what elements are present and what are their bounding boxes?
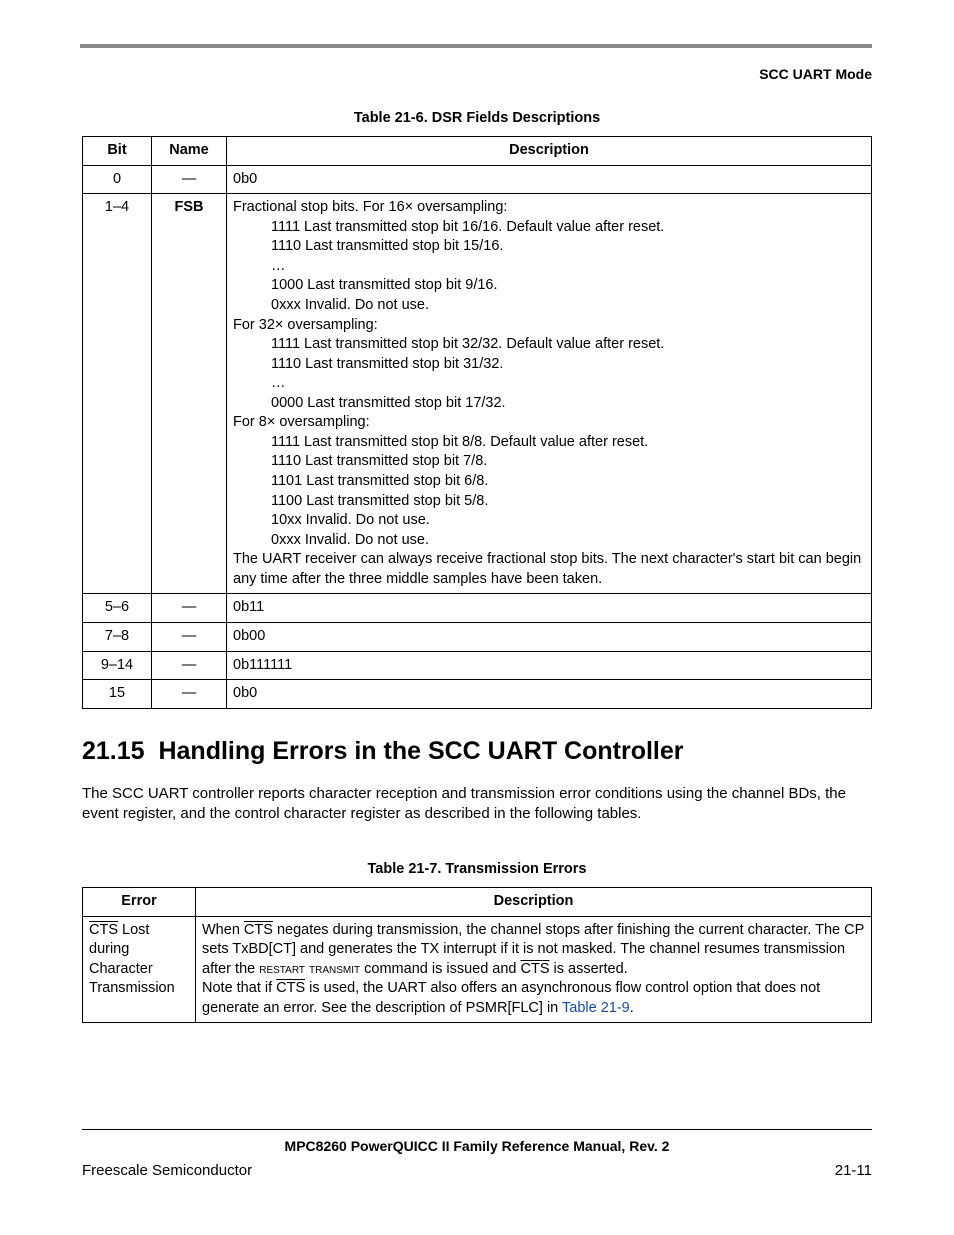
table-row: 5–6 — 0b11: [83, 594, 872, 623]
cell-desc-fsb: Fractional stop bits. For 16× oversampli…: [227, 194, 872, 594]
fsb-line: 1110 Last transmitted stop bit 31/32.: [233, 355, 865, 375]
table-row: 0 — 0b0: [83, 165, 872, 194]
cts-overline: CTS: [521, 961, 550, 977]
txt: When: [202, 922, 244, 938]
txt: Note that if: [202, 980, 276, 996]
cell-bit: 7–8: [83, 622, 152, 651]
th-desc: Description: [227, 137, 872, 166]
footer-row: Freescale Semiconductor 21-11: [82, 1162, 872, 1179]
cell-name: —: [152, 680, 227, 709]
table-caption-dsr: Table 21-6. DSR Fields Descriptions: [82, 110, 872, 126]
cell-bit: 5–6: [83, 594, 152, 623]
cell-desc: 0b111111: [227, 651, 872, 680]
fsb-line: 0xxx Invalid. Do not use.: [233, 531, 865, 551]
page-footer: MPC8260 PowerQUICC II Family Reference M…: [82, 1129, 872, 1179]
table-header-row: Bit Name Description: [83, 137, 872, 166]
fsb-line: For 32× oversampling:: [233, 317, 378, 333]
cell-bit: 15: [83, 680, 152, 709]
section-paragraph: The SCC UART controller reports characte…: [82, 784, 872, 825]
header-mode-label: SCC UART Mode: [82, 66, 872, 82]
cts-overline: CTS: [244, 922, 273, 938]
cell-error: CTS Lost during Character Transmission: [83, 916, 196, 1023]
cell-bit: 0: [83, 165, 152, 194]
table-header-row: Error Description: [83, 888, 872, 917]
fsb-line: …: [233, 257, 865, 277]
fsb-line: …: [233, 374, 865, 394]
th-desc: Description: [196, 888, 872, 917]
small-caps-text: restart transmit: [259, 961, 360, 977]
section-heading: 21.15 Handling Errors in the SCC UART Co…: [82, 737, 872, 766]
fsb-line: Fractional stop bits. For 16× oversampli…: [233, 199, 507, 215]
fsb-line: 1100 Last transmitted stop bit 5/8.: [233, 492, 865, 512]
fsb-line: 1110 Last transmitted stop bit 15/16.: [233, 237, 865, 257]
fsb-line: 0xxx Invalid. Do not use.: [233, 296, 865, 316]
table-row: 1–4 FSB Fractional stop bits. For 16× ov…: [83, 194, 872, 594]
txt: command is issued and: [360, 961, 520, 977]
fsb-line: For 8× oversampling:: [233, 414, 370, 430]
section-number: 21.15: [82, 737, 145, 765]
section-title: Handling Errors in the SCC UART Controll…: [158, 737, 683, 765]
fsb-line: The UART receiver can always receive fra…: [233, 551, 861, 587]
cell-name: —: [152, 594, 227, 623]
cell-desc: 0b00: [227, 622, 872, 651]
fsb-line: 1110 Last transmitted stop bit 7/8.: [233, 452, 865, 472]
table-row: CTS Lost during Character Transmission W…: [83, 916, 872, 1023]
document-page: SCC UART Mode Table 21-6. DSR Fields Des…: [0, 0, 954, 1235]
th-error: Error: [83, 888, 196, 917]
footer-company: Freescale Semiconductor: [82, 1162, 252, 1179]
cell-bit: 1–4: [83, 194, 152, 594]
fsb-line: 1111 Last transmitted stop bit 16/16. De…: [233, 218, 865, 238]
fsb-line: 0000 Last transmitted stop bit 17/32.: [233, 394, 865, 414]
cts-overline: CTS: [89, 922, 118, 938]
th-bit: Bit: [83, 137, 152, 166]
th-name: Name: [152, 137, 227, 166]
cell-desc: When CTS negates during transmission, th…: [196, 916, 872, 1023]
cell-desc: 0b11: [227, 594, 872, 623]
table-row: 15 — 0b0: [83, 680, 872, 709]
cell-name: —: [152, 622, 227, 651]
cts-overline: CTS: [276, 980, 305, 996]
footer-manual-title: MPC8260 PowerQUICC II Family Reference M…: [82, 1129, 872, 1154]
header-rule: [80, 44, 872, 48]
cell-desc: 0b0: [227, 165, 872, 194]
fsb-line: 10xx Invalid. Do not use.: [233, 511, 865, 531]
cell-name: —: [152, 165, 227, 194]
table-caption-txerr: Table 21-7. Transmission Errors: [82, 861, 872, 877]
dsr-fields-table: Bit Name Description 0 — 0b0 1–4 FSB Fra…: [82, 136, 872, 709]
txt: .: [630, 1000, 634, 1016]
cell-name: —: [152, 651, 227, 680]
txerr-table: Error Description CTS Lost during Charac…: [82, 887, 872, 1023]
table-cross-ref-link[interactable]: Table 21-9: [562, 1000, 630, 1016]
table-row: 7–8 — 0b00: [83, 622, 872, 651]
fsb-line: 1111 Last transmitted stop bit 8/8. Defa…: [233, 433, 865, 453]
fsb-line: 1111 Last transmitted stop bit 32/32. De…: [233, 335, 865, 355]
fsb-line: 1101 Last transmitted stop bit 6/8.: [233, 472, 865, 492]
txt: is asserted.: [550, 961, 628, 977]
footer-page-number: 21-11: [835, 1162, 872, 1179]
cell-bit: 9–14: [83, 651, 152, 680]
cell-desc: 0b0: [227, 680, 872, 709]
cell-name: FSB: [152, 194, 227, 594]
table-row: 9–14 — 0b111111: [83, 651, 872, 680]
fsb-line: 1000 Last transmitted stop bit 9/16.: [233, 276, 865, 296]
